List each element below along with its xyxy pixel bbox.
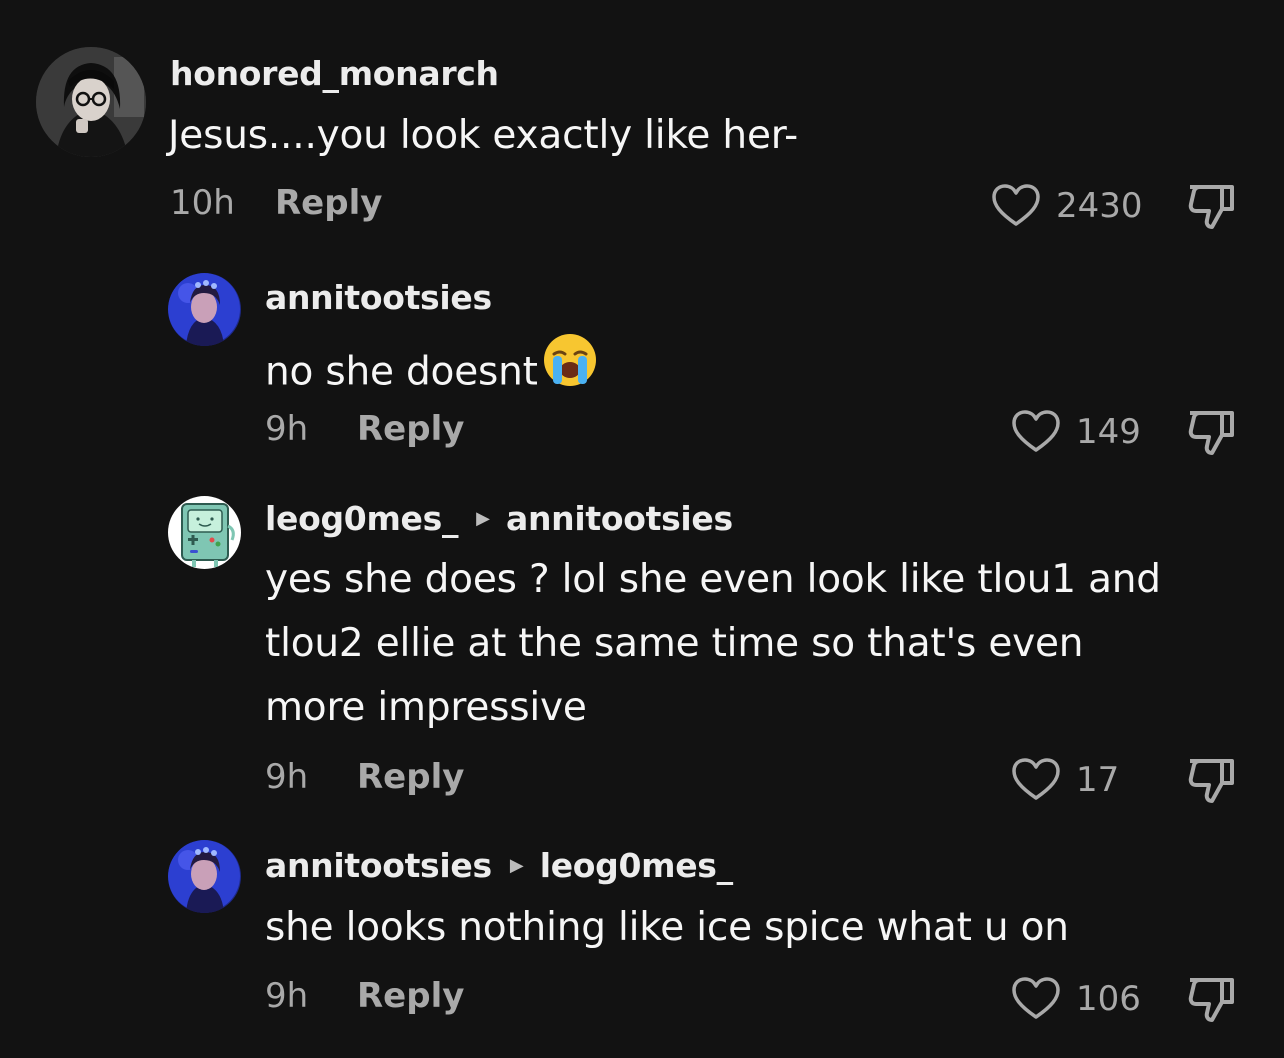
- avatar-bmo-robot-icon: [168, 496, 241, 569]
- heart-outline-icon: [1012, 410, 1060, 452]
- comment-meta: 10h Reply 2430: [0, 183, 1284, 229]
- dislike-button[interactable]: [1186, 409, 1238, 466]
- comment-text-line: tlou2 ellie at the same time so that's e…: [265, 621, 1084, 666]
- comment-author-row: annitootsies ▶ leog0mes_: [265, 846, 733, 885]
- comment-timestamp: 9h: [265, 757, 309, 797]
- reply-item: annitootsies no she doesnt 9h Reply 149: [0, 250, 1284, 470]
- avatar[interactable]: [168, 496, 241, 569]
- comment-author-row: leog0mes_ ▶ annitootsies: [265, 499, 733, 538]
- heart-outline-icon: [1012, 758, 1060, 800]
- comment-text: yes she does ? lol she even look like tl…: [265, 548, 1161, 740]
- comment-meta: 9h Reply 17: [0, 757, 1284, 803]
- reply-to-username[interactable]: annitootsies: [506, 499, 733, 538]
- avatar[interactable]: [168, 840, 241, 913]
- comment-username[interactable]: annitootsies: [265, 846, 492, 885]
- like-button[interactable]: 2430: [990, 183, 1143, 229]
- like-button[interactable]: 17: [1010, 757, 1119, 803]
- reply-button[interactable]: Reply: [275, 183, 382, 223]
- dislike-button[interactable]: [1186, 183, 1238, 240]
- avatar-dark-hair-glasses-icon: [36, 47, 146, 157]
- comment-author-row: honored_monarch: [170, 54, 499, 93]
- like-count: 17: [1076, 760, 1120, 800]
- thumbs-down-icon: [1188, 978, 1234, 1022]
- comment-text-line: more impressive: [265, 685, 587, 730]
- reply-button[interactable]: Reply: [357, 757, 464, 797]
- comment-timestamp: 10h: [170, 183, 235, 223]
- loudly-crying-face-icon: [542, 332, 598, 408]
- reply-to-username[interactable]: leog0mes_: [540, 846, 733, 885]
- like-count: 2430: [1056, 186, 1143, 226]
- avatar-blue-photo-icon: [168, 840, 241, 913]
- comment-author-row: annitootsies: [265, 278, 492, 317]
- comment-text: she looks nothing like ice spice what u …: [265, 905, 1069, 950]
- avatar[interactable]: [36, 47, 146, 157]
- comment-username[interactable]: honored_monarch: [170, 54, 499, 93]
- comment-timestamp: 9h: [265, 409, 309, 449]
- thumbs-down-icon: [1188, 759, 1234, 803]
- comment-meta: 9h Reply 106: [0, 976, 1284, 1022]
- like-count: 149: [1076, 412, 1141, 452]
- thumbs-down-icon: [1188, 411, 1234, 455]
- comment-username[interactable]: annitootsies: [265, 278, 492, 317]
- reply-item: leog0mes_ ▶ annitootsies yes she does ? …: [0, 470, 1284, 810]
- comment-username[interactable]: leog0mes_: [265, 499, 458, 538]
- reply-button[interactable]: Reply: [357, 409, 464, 449]
- dislike-button[interactable]: [1186, 757, 1238, 814]
- avatar[interactable]: [168, 273, 241, 346]
- like-button[interactable]: 106: [1010, 976, 1141, 1022]
- like-button[interactable]: 149: [1010, 409, 1141, 455]
- reply-item: annitootsies ▶ leog0mes_ she looks nothi…: [0, 810, 1284, 1058]
- reply-button[interactable]: Reply: [357, 976, 464, 1016]
- heart-outline-icon: [1012, 977, 1060, 1019]
- dislike-button[interactable]: [1186, 976, 1238, 1033]
- comment-meta: 9h Reply 149: [0, 409, 1284, 455]
- comment-text: Jesus....you look exactly like her-: [168, 113, 798, 158]
- comment-text-row: no she doesnt: [265, 334, 598, 412]
- reply-arrow-icon: ▶: [509, 855, 524, 876]
- reply-arrow-icon: ▶: [476, 508, 491, 529]
- comment-timestamp: 9h: [265, 976, 309, 1016]
- comment-text-line: yes she does ? lol she even look like tl…: [265, 557, 1161, 602]
- avatar-blue-photo-icon: [168, 273, 241, 346]
- thumbs-down-icon: [1188, 185, 1234, 229]
- comment-text: no she doesnt: [265, 349, 538, 395]
- heart-outline-icon: [992, 184, 1040, 226]
- comment-item: honored_monarch Jesus....you look exactl…: [0, 0, 1284, 250]
- like-count: 106: [1076, 979, 1141, 1019]
